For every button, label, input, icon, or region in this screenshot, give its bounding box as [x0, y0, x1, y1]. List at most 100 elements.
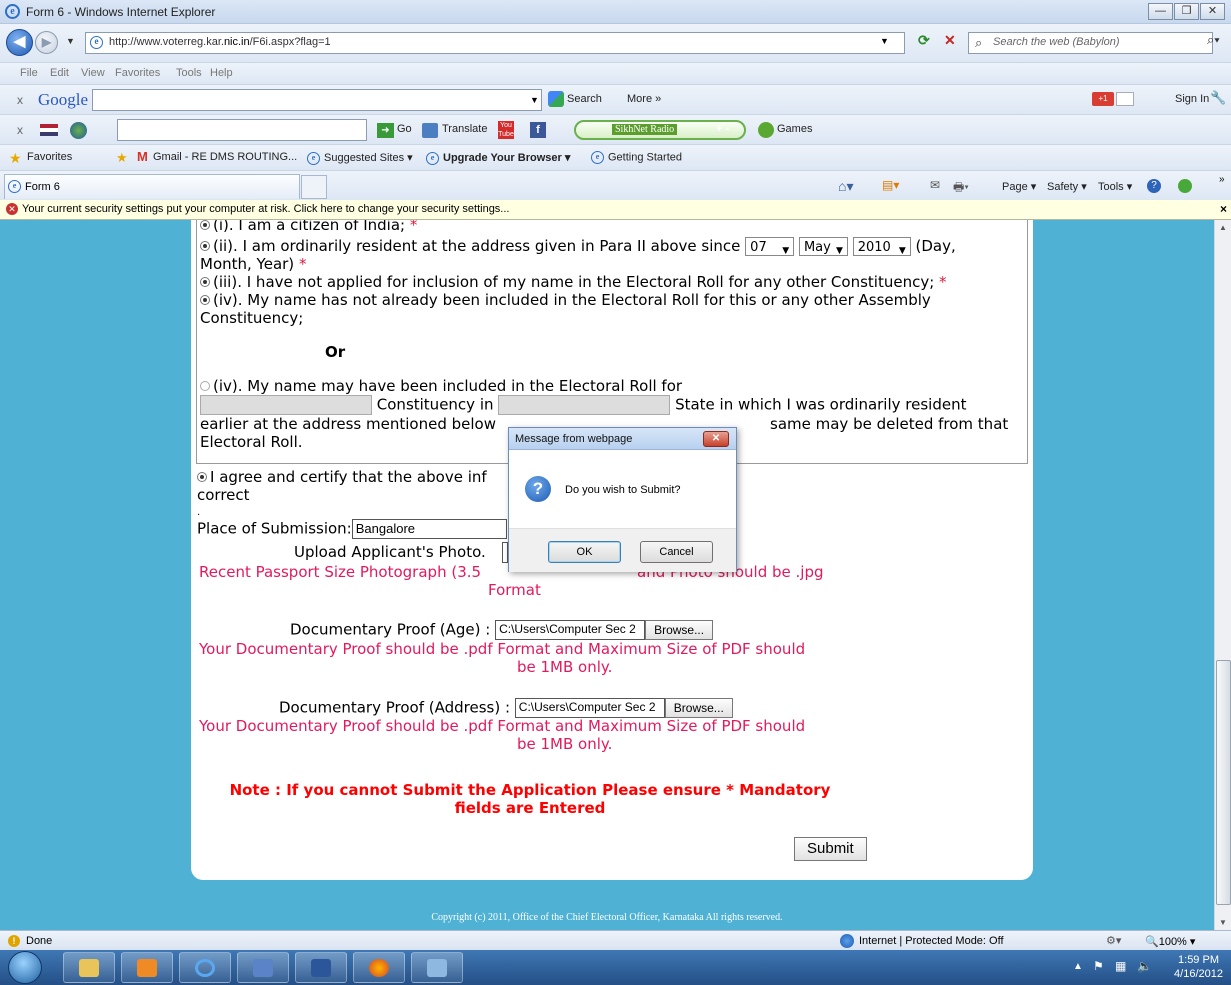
- gplus-icon[interactable]: +1: [1092, 92, 1114, 106]
- page-menu[interactable]: Page ▾: [1002, 180, 1036, 193]
- year-value: 2010: [857, 240, 891, 255]
- tray-expand-icon[interactable]: ▲: [1073, 961, 1083, 972]
- youtube-icon[interactable]: You Tube: [498, 121, 514, 139]
- scroll-down-icon[interactable]: ▼: [1219, 918, 1227, 927]
- age-proof-input[interactable]: C:\Users\Computer Sec 2: [495, 620, 646, 640]
- prev-constituency-input[interactable]: [200, 395, 372, 415]
- cancel-button[interactable]: Cancel: [640, 541, 713, 563]
- scroll-thumb[interactable]: [1216, 660, 1231, 905]
- month-select[interactable]: May ▼: [798, 237, 848, 256]
- item-ii-radio[interactable]: [200, 241, 210, 251]
- forward-button[interactable]: ▶: [35, 31, 58, 54]
- paint-taskbar-button[interactable]: [411, 952, 463, 983]
- url-dropdown-icon[interactable]: ▼: [880, 36, 889, 46]
- search-go-icon[interactable]: ⌕▾: [1207, 32, 1220, 48]
- menu-file[interactable]: File: [20, 67, 38, 79]
- tray-time[interactable]: 1:59 PM: [1171, 954, 1226, 966]
- overflow-chevron-icon[interactable]: »: [1219, 174, 1225, 185]
- infobar-close-icon[interactable]: ×: [1220, 202, 1227, 216]
- security-zone[interactable]: Internet | Protected Mode: Off: [859, 935, 1004, 947]
- vertical-scrollbar[interactable]: ▲ ▼: [1214, 220, 1231, 930]
- start-button[interactable]: [8, 951, 42, 984]
- refresh-icon[interactable]: ⟳: [918, 32, 930, 49]
- item-iv-radio[interactable]: [200, 295, 210, 305]
- back-button[interactable]: ◀: [6, 29, 33, 56]
- volume-controls[interactable]: + -: [716, 123, 729, 135]
- fav-gmail[interactable]: Gmail - RE DMS ROUTING...: [153, 151, 297, 163]
- url-input[interactable]: e http://www.voterreg.kar.nic.in/F6i.asp…: [85, 32, 905, 54]
- protected-mode-icon[interactable]: ⚙▾: [1106, 934, 1121, 947]
- addr-browse-button[interactable]: Browse...: [664, 698, 733, 718]
- babylon-search-input[interactable]: [117, 119, 367, 141]
- item-i-radio[interactable]: [200, 220, 210, 230]
- google-more-button[interactable]: More »: [627, 93, 661, 105]
- alt-item-iv-radio[interactable]: [200, 381, 210, 391]
- mail-icon[interactable]: ✉: [930, 178, 940, 192]
- us-flag-icon[interactable]: [40, 124, 58, 136]
- games-button[interactable]: Games: [777, 123, 812, 135]
- print-icon[interactable]: 🖶▾: [953, 178, 969, 199]
- item-iii-radio[interactable]: [200, 277, 210, 287]
- media-taskbar-button[interactable]: [121, 952, 173, 983]
- menu-tools[interactable]: Tools: [176, 67, 202, 79]
- explorer-taskbar-button[interactable]: [63, 952, 115, 983]
- tools-menu[interactable]: Tools ▾: [1098, 180, 1132, 193]
- year-select[interactable]: 2010 ▼: [852, 237, 911, 256]
- menu-view[interactable]: View: [81, 67, 105, 79]
- stop-icon[interactable]: ✕: [944, 32, 956, 49]
- google-search-button[interactable]: Search: [567, 93, 602, 105]
- google-signin-button[interactable]: Sign In: [1175, 93, 1209, 105]
- menu-favorites[interactable]: Favorites: [115, 67, 160, 79]
- tray-network-icon[interactable]: ▦: [1115, 959, 1126, 973]
- menu-edit[interactable]: Edit: [50, 67, 69, 79]
- close-window-icon[interactable]: ✕: [1200, 3, 1225, 20]
- title-bar: e Form 6 - Windows Internet Explorer — ❐…: [0, 0, 1231, 24]
- tray-flag-icon[interactable]: ⚑: [1093, 959, 1104, 973]
- zoom-level[interactable]: 🔍100% ▾: [1145, 935, 1195, 948]
- agree-radio[interactable]: [197, 472, 207, 482]
- ok-button[interactable]: OK: [548, 541, 621, 563]
- word-taskbar-button[interactable]: [295, 952, 347, 983]
- wrench-icon[interactable]: 🔧: [1210, 90, 1226, 106]
- firefox-taskbar-button[interactable]: [353, 952, 405, 983]
- age-browse-button[interactable]: Browse...: [645, 620, 714, 640]
- recent-pages-chevron-icon[interactable]: ▼: [66, 36, 75, 46]
- google-search-input[interactable]: [92, 89, 542, 111]
- security-infobar[interactable]: ✕ Your current security settings put you…: [0, 200, 1231, 220]
- babylon-logo-icon[interactable]: [70, 122, 87, 139]
- restore-icon[interactable]: ❐: [1174, 3, 1199, 20]
- new-tab-button[interactable]: [301, 175, 327, 199]
- fav-getting-started[interactable]: e Getting Started: [591, 151, 682, 164]
- safety-menu[interactable]: Safety ▾: [1047, 180, 1087, 193]
- tray-volume-icon[interactable]: 🔈: [1137, 959, 1152, 973]
- addon-icon[interactable]: [1178, 179, 1192, 193]
- dialog-close-icon[interactable]: ✕: [703, 431, 729, 447]
- feeds-icon[interactable]: ▤▾: [882, 178, 899, 192]
- network-taskbar-button[interactable]: [237, 952, 289, 983]
- add-favorite-icon[interactable]: ★: [116, 150, 128, 166]
- menu-help[interactable]: Help: [210, 67, 233, 79]
- radio-player[interactable]: SikhNet Radio + -: [574, 120, 746, 140]
- google-dropdown-icon[interactable]: ▼: [530, 95, 539, 105]
- favorites-button[interactable]: Favorites: [27, 151, 72, 163]
- minimize-icon[interactable]: —: [1148, 3, 1173, 20]
- translate-button[interactable]: Translate: [442, 123, 487, 135]
- addr-proof-input[interactable]: C:\Users\Computer Sec 2: [514, 698, 665, 718]
- help-icon[interactable]: ?: [1147, 179, 1161, 193]
- fav-upgrade-browser[interactable]: e Upgrade Your Browser ▾: [426, 151, 570, 165]
- prev-state-input[interactable]: [498, 395, 671, 415]
- search-input[interactable]: ⌕ Search the web (Babylon): [968, 32, 1213, 54]
- day-select[interactable]: 07 ▼: [745, 237, 795, 256]
- fav-suggested-sites[interactable]: e Suggested Sites ▾: [307, 151, 413, 165]
- toolbar-close-icon[interactable]: x: [17, 93, 23, 107]
- toolbar2-close-icon[interactable]: x: [17, 123, 23, 137]
- go-button[interactable]: Go: [397, 123, 412, 135]
- home-icon[interactable]: ⌂▾: [838, 178, 853, 195]
- tray-date[interactable]: 4/16/2012: [1171, 968, 1226, 980]
- ie-taskbar-button[interactable]: [179, 952, 231, 983]
- tab-form6[interactable]: e Form 6: [4, 174, 300, 199]
- scroll-up-icon[interactable]: ▲: [1219, 223, 1227, 232]
- facebook-icon[interactable]: f: [530, 122, 546, 138]
- submit-button[interactable]: Submit: [794, 837, 867, 861]
- place-input[interactable]: Bangalore: [351, 519, 507, 539]
